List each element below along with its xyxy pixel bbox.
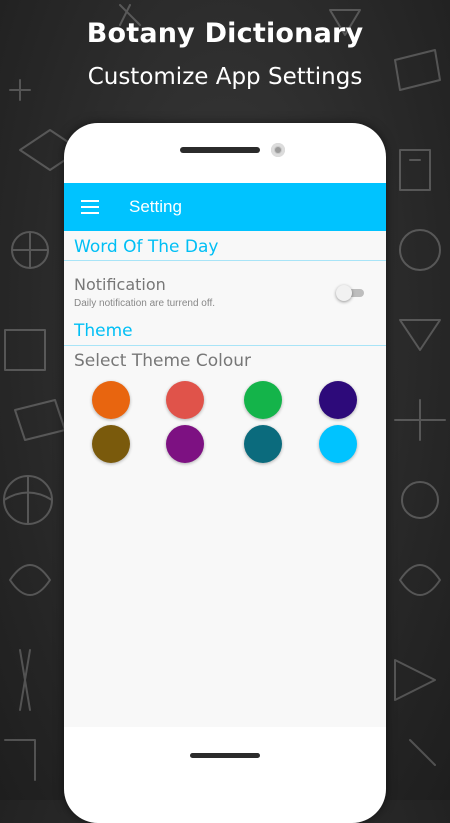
select-theme-colour-label: Select Theme Colour (74, 351, 252, 371)
theme-colour-swatch[interactable] (244, 425, 282, 463)
section-header-word-of-the-day: Word Of The Day (74, 237, 219, 257)
theme-colour-swatch[interactable] (166, 381, 204, 419)
toggle-knob (336, 285, 352, 301)
notification-toggle[interactable] (336, 285, 366, 301)
section-divider (64, 260, 386, 261)
theme-colour-swatch[interactable] (319, 381, 357, 419)
hamburger-menu-icon[interactable] (81, 200, 99, 214)
theme-colour-swatch[interactable] (92, 381, 130, 419)
app-bar: Setting (64, 183, 386, 231)
phone-frame: Setting Word Of The Day Notification Dai… (64, 123, 386, 823)
promo-screen: { "promo": { "title": "Botany Dictionary… (0, 0, 450, 823)
page-title: Setting (129, 197, 182, 216)
promo-subtitle: Customize App Settings (87, 64, 363, 90)
phone-home-bar (190, 753, 260, 758)
notification-summary: Daily notification are turrend off. (74, 298, 216, 309)
notification-title[interactable]: Notification (74, 275, 166, 294)
section-divider (64, 345, 386, 346)
promo-title: Botany Dictionary (86, 18, 364, 49)
phone-speaker (180, 147, 260, 153)
theme-colour-swatch[interactable] (166, 425, 204, 463)
app-screen: Setting Word Of The Day Notification Dai… (64, 183, 386, 727)
theme-colour-swatch[interactable] (92, 425, 130, 463)
phone-camera (271, 143, 285, 157)
section-header-theme: Theme (74, 321, 133, 341)
theme-colour-swatch[interactable] (244, 381, 282, 419)
theme-colour-swatch[interactable] (319, 425, 357, 463)
